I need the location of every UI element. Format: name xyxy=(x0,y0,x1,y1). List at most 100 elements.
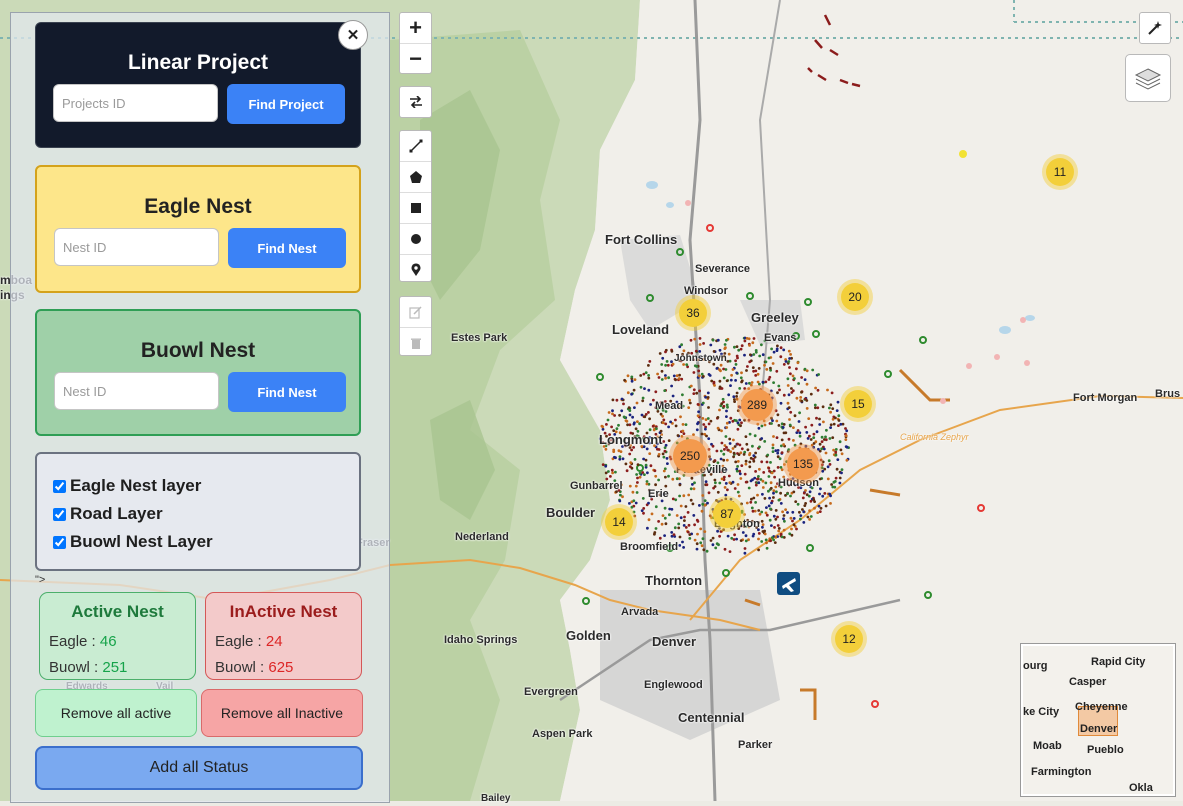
nest-point xyxy=(670,360,673,364)
nest-point xyxy=(701,417,705,420)
nest-point xyxy=(664,363,667,367)
eagle-nest-layer-toggle[interactable]: Eagle Nest layer xyxy=(53,472,359,500)
remove-all-active-button[interactable]: Remove all active xyxy=(35,689,197,737)
nest-point xyxy=(791,519,794,523)
zoom-in-button[interactable]: + xyxy=(400,13,431,44)
nest-point xyxy=(748,453,751,457)
road-layer-toggle[interactable]: Road Layer xyxy=(53,500,359,528)
nest-point xyxy=(661,356,665,360)
nest-point xyxy=(788,423,792,427)
nest-point xyxy=(770,422,773,425)
nest-point xyxy=(618,455,622,459)
cluster-marker[interactable]: 289 xyxy=(737,385,777,425)
nest-point xyxy=(632,499,636,503)
cluster-marker[interactable]: 36 xyxy=(675,295,711,331)
cluster-marker[interactable]: 87 xyxy=(709,496,745,532)
nest-point xyxy=(670,531,674,534)
draw-marker-button[interactable] xyxy=(400,255,431,285)
draw-circle-button[interactable] xyxy=(400,224,431,255)
nest-point xyxy=(757,475,760,478)
nest-point xyxy=(618,499,622,503)
nest-point xyxy=(615,398,619,402)
nest-point xyxy=(744,435,748,438)
remove-all-inactive-button[interactable]: Remove all Inactive xyxy=(201,689,363,737)
nest-point xyxy=(695,428,699,432)
find-eagle-nest-button[interactable]: Find Nest xyxy=(228,228,346,268)
eagle-nest-id-input[interactable] xyxy=(54,228,219,266)
nest-point xyxy=(621,457,625,461)
road-layer-checkbox[interactable] xyxy=(53,507,66,521)
draw-polyline-button[interactable] xyxy=(400,131,431,162)
nest-point xyxy=(771,446,775,450)
nest-point xyxy=(824,435,827,439)
nest-point xyxy=(732,455,735,459)
nest-point xyxy=(604,464,608,468)
draw-rectangle-button[interactable] xyxy=(400,193,431,224)
minimap[interactable]: ourg Rapid City Casper Cheyenne ke City Denve… xyxy=(1021,644,1175,796)
nest-point xyxy=(700,432,704,436)
buowl-nest-id-input[interactable] xyxy=(54,372,219,410)
nest-point xyxy=(829,403,833,407)
add-all-status-button[interactable]: Add all Status xyxy=(35,746,363,790)
cluster-marker[interactable]: 14 xyxy=(601,504,637,540)
zoom-out-button[interactable]: − xyxy=(400,44,431,74)
find-project-button[interactable]: Find Project xyxy=(227,84,345,124)
nest-point xyxy=(698,337,702,340)
nest-point xyxy=(711,536,715,540)
project-id-input[interactable] xyxy=(53,84,218,122)
cluster-marker[interactable]: 135 xyxy=(783,444,823,484)
nest-point xyxy=(777,527,781,530)
nest-point xyxy=(803,378,807,381)
close-panel-button[interactable]: ✕ xyxy=(338,20,368,50)
nest-point xyxy=(625,469,629,473)
nest-point xyxy=(649,403,652,406)
nest-point xyxy=(638,471,642,475)
nest-point xyxy=(725,379,729,383)
delete-layers-button[interactable] xyxy=(400,328,431,358)
nest-point xyxy=(816,406,820,410)
nest-point xyxy=(600,424,604,428)
nest-point xyxy=(723,448,726,451)
nest-point xyxy=(743,339,747,343)
swap-button[interactable] xyxy=(400,87,431,117)
nest-point xyxy=(751,444,754,448)
nest-point xyxy=(614,456,617,460)
nest-point xyxy=(744,462,748,466)
nest-point xyxy=(647,364,650,367)
nest-point xyxy=(613,414,616,417)
nest-point xyxy=(794,500,798,503)
nest-point xyxy=(789,410,793,414)
nest-point xyxy=(769,507,772,511)
cluster-marker[interactable]: 20 xyxy=(837,279,873,315)
nest-point xyxy=(845,429,849,433)
nest-point xyxy=(809,499,813,503)
cluster-marker[interactable]: 11 xyxy=(1042,154,1078,190)
magic-tool-button[interactable] xyxy=(1139,12,1171,44)
nest-point xyxy=(734,379,737,382)
nest-point xyxy=(722,475,726,479)
nest-point xyxy=(763,497,767,500)
edit-layers-button[interactable] xyxy=(400,297,431,328)
nest-point xyxy=(821,494,825,498)
nest-point xyxy=(707,437,711,440)
buowl-nest-layer-toggle[interactable]: Buowl Nest Layer xyxy=(53,528,359,556)
cluster-marker[interactable]: 15 xyxy=(840,386,876,422)
nest-point xyxy=(808,490,812,494)
nest-point xyxy=(660,363,664,366)
cluster-marker[interactable]: 12 xyxy=(831,621,867,657)
nest-point xyxy=(754,374,758,377)
nest-point xyxy=(748,360,752,364)
cluster-marker[interactable]: 250 xyxy=(669,435,711,477)
buowl-nest-layer-checkbox[interactable] xyxy=(53,535,66,549)
find-buowl-nest-button[interactable]: Find Nest xyxy=(228,372,346,412)
eagle-nest-layer-checkbox[interactable] xyxy=(53,479,66,493)
nest-point xyxy=(779,502,783,505)
nest-point xyxy=(779,355,783,359)
nest-point xyxy=(764,538,768,542)
draw-polygon-button[interactable] xyxy=(400,162,431,193)
buowl-nest-card: Buowl Nest Find Nest xyxy=(35,309,361,436)
nest-point xyxy=(763,423,767,427)
nest-point xyxy=(738,469,742,473)
nest-point xyxy=(743,353,746,357)
layer-switcher-button[interactable] xyxy=(1125,54,1171,102)
